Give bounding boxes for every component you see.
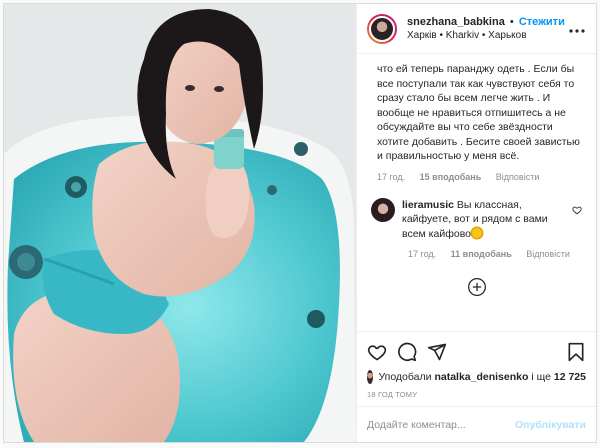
- caption-reply-button[interactable]: Відповісти: [496, 172, 540, 182]
- publish-button[interactable]: Опублікувати: [515, 419, 586, 431]
- comment-meta: 17 год. 11 вподобань Відповісти: [371, 249, 582, 259]
- post-header: snezhana_babkina • Стежити Харків • Khar…: [357, 4, 596, 54]
- post-sidebar: snezhana_babkina • Стежити Харків • Khar…: [356, 4, 596, 442]
- caption-meta: 17 год. 15 вподобань Відповісти: [371, 172, 582, 182]
- header-separator: •: [509, 15, 514, 28]
- post-photo[interactable]: [4, 4, 356, 442]
- like-heart-icon[interactable]: [367, 342, 387, 362]
- commenter-username[interactable]: lieramusic: [402, 199, 454, 211]
- liker-avatar[interactable]: [367, 370, 374, 384]
- post-window: snezhana_babkina • Стежити Харків • Khar…: [3, 3, 597, 443]
- sun-emoji-icon: [472, 227, 482, 238]
- author-avatar[interactable]: [367, 13, 397, 44]
- load-more-plus-icon[interactable]: [467, 277, 487, 302]
- comment-icon[interactable]: [397, 342, 417, 362]
- comment-time: 17 год.: [408, 249, 437, 259]
- caption-text: что ей теперь паранджу одеть . Если бы в…: [377, 63, 580, 162]
- photo-illustration: [4, 4, 356, 442]
- follow-button[interactable]: Стежити: [519, 16, 565, 28]
- author-username[interactable]: snezhana_babkina: [407, 16, 505, 28]
- comment-item: lieramusic Вы классная, кайфуете, вот и …: [371, 197, 582, 242]
- add-comment-bar: Опублікувати: [357, 406, 596, 442]
- comment-body: lieramusic Вы классная, кайфуете, вот и …: [402, 198, 570, 242]
- likes-middle: і ще: [531, 371, 551, 383]
- commenter-avatar[interactable]: [371, 197, 395, 222]
- author-info: snezhana_babkina • Стежити Харків • Khar…: [407, 15, 565, 43]
- action-icons: [367, 340, 586, 364]
- post-timestamp[interactable]: 18 ГОД ТОМУ: [367, 390, 586, 399]
- likes-prefix: Уподобали: [378, 371, 432, 383]
- caption-likes[interactable]: 15 вподобань: [420, 172, 482, 182]
- more-icon[interactable]: [568, 21, 586, 37]
- comment-like-heart-icon[interactable]: [572, 202, 582, 242]
- liker-username[interactable]: natalka_denisenko: [434, 371, 528, 383]
- comment-likes[interactable]: 11 вподобань: [451, 249, 512, 259]
- comment-reply-button[interactable]: Відповісти: [526, 249, 570, 259]
- likes-count[interactable]: 12 725: [554, 371, 586, 383]
- comments-section[interactable]: что ей теперь паранджу одеть . Если бы в…: [357, 54, 596, 331]
- post-location[interactable]: Харків • Kharkiv • Харьков: [407, 29, 565, 43]
- load-more-comments: [371, 277, 582, 302]
- likes-summary: Уподобали natalka_denisenko і ще 12 725: [367, 370, 586, 384]
- comment-input[interactable]: [367, 418, 515, 431]
- bookmark-icon[interactable]: [566, 342, 586, 362]
- share-icon[interactable]: [427, 342, 447, 362]
- post-actions: Уподобали natalka_denisenko і ще 12 725 …: [357, 331, 596, 399]
- caption-time: 17 год.: [377, 171, 406, 182]
